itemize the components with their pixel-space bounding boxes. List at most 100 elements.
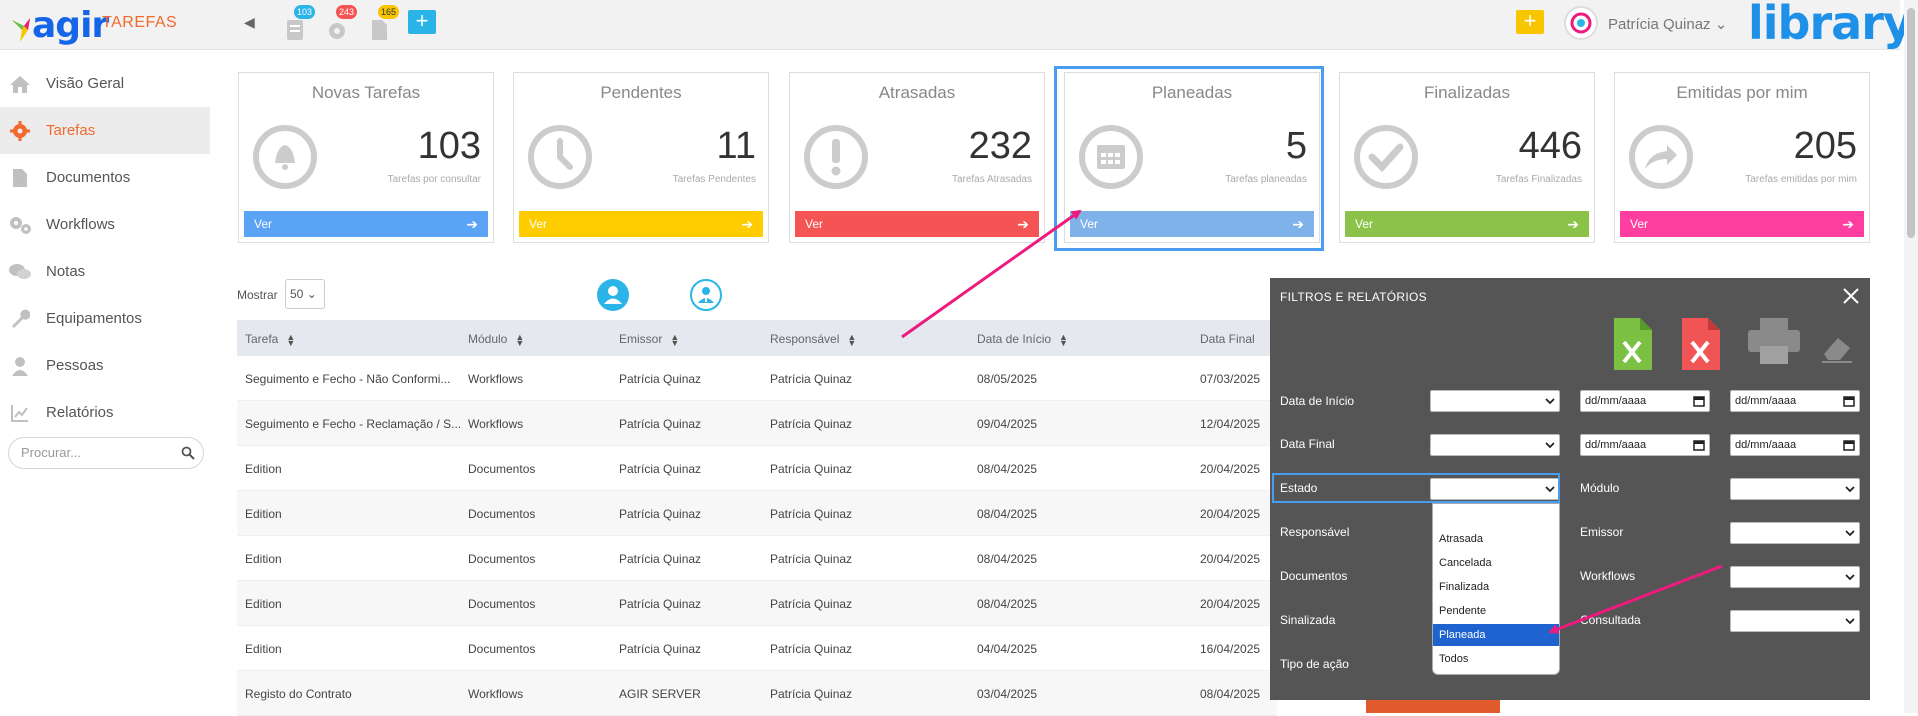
print-icon[interactable] xyxy=(1748,318,1800,364)
cell-data-inicio: 08/04/2025 xyxy=(977,507,1038,521)
sidebar-item-relatorios[interactable]: Relatórios xyxy=(0,389,210,436)
arrow-right-icon: ➔ xyxy=(741,216,753,232)
data-final-select[interactable] xyxy=(1430,434,1560,456)
ver-button[interactable]: Ver ➔ xyxy=(1620,211,1864,237)
ver-label: Ver xyxy=(254,217,273,231)
cell-data-inicio: 08/04/2025 xyxy=(977,552,1038,566)
search-placeholder: Procurar... xyxy=(21,445,81,460)
pdf-icon[interactable] xyxy=(1680,318,1720,370)
cell-responsavel: Patrícia Quinaz xyxy=(770,642,853,656)
chevron-down-icon xyxy=(1845,618,1855,625)
avatar[interactable] xyxy=(1564,6,1598,40)
data-inicio-to-input[interactable]: dd/mm/aaaa xyxy=(1730,390,1860,412)
ver-label: Ver xyxy=(805,217,824,231)
estado-option-atrasada[interactable]: Atrasada xyxy=(1433,528,1559,550)
tasks-notification[interactable]: 103 xyxy=(284,5,316,40)
column-header-emissor[interactable]: Emissor ▲ ▼ xyxy=(619,332,679,347)
card-count: 446 xyxy=(1518,125,1582,167)
collapse-sidebar-icon[interactable]: ◀ xyxy=(244,14,255,31)
search-icon[interactable] xyxy=(181,446,195,460)
card-subtitle: Tarefas por consultar xyxy=(387,174,481,185)
sidebar-item-tarefas[interactable]: Tarefas xyxy=(0,107,210,154)
sidebar-item-pessoas[interactable]: Pessoas xyxy=(0,342,210,389)
table-row[interactable]: Edition Documentos Patrícia Quinaz Patrícia… xyxy=(237,626,1277,671)
cell-modulo: Documentos xyxy=(468,597,536,611)
agir-logo[interactable]: agir xyxy=(10,6,109,46)
sidebar-item-notas[interactable]: Notas xyxy=(0,248,210,295)
ver-button[interactable]: Ver ➔ xyxy=(519,211,763,237)
data-inicio-from-input[interactable]: dd/mm/aaaa xyxy=(1580,390,1710,412)
estado-option-todos[interactable]: Todos xyxy=(1433,648,1559,670)
consultada-select[interactable] xyxy=(1730,610,1860,632)
ver-button[interactable]: Ver ➔ xyxy=(795,211,1039,237)
cell-tarefa: Registo do Contrato xyxy=(245,687,352,701)
eraser-icon[interactable] xyxy=(1820,334,1854,364)
search-input[interactable]: Procurar... xyxy=(8,437,204,469)
sidebar-item-label: Tarefas xyxy=(46,122,96,139)
column-header-data-inicio[interactable]: Data de Início ▲ ▼ xyxy=(977,332,1068,347)
quick-add-button[interactable]: + xyxy=(1516,10,1544,34)
estado-option-planeada[interactable]: Planeada xyxy=(1433,624,1559,646)
sidebar-item-documentos[interactable]: Documentos xyxy=(0,154,210,201)
table-row[interactable]: Seguimento e Fecho - Não Conformi... Work… xyxy=(237,356,1277,401)
add-button[interactable]: + xyxy=(408,10,436,34)
column-header-responsavel[interactable]: Responsável ▲ ▼ xyxy=(770,332,856,347)
table-row[interactable]: Seguimento e Fecho - Reclamação / S... Wo… xyxy=(237,401,1277,446)
cell-data-inicio: 04/04/2025 xyxy=(977,642,1038,656)
settings-badge: 243 xyxy=(336,5,358,19)
cell-data-final: 20/04/2025 xyxy=(1200,597,1261,611)
cell-modulo: Workflows xyxy=(468,417,524,431)
settings-notification[interactable]: 243 xyxy=(326,5,358,40)
calendar-icon xyxy=(1843,396,1855,407)
cell-data-final: 16/04/2025 xyxy=(1200,642,1261,656)
user-menu[interactable]: Patrícia Quinaz ⌄ xyxy=(1608,15,1727,33)
my-tasks-button[interactable] xyxy=(597,279,629,311)
data-final-from-input[interactable]: dd/mm/aaaa xyxy=(1580,434,1710,456)
table-row[interactable]: Registo do Contrato Workflows AGIR SERVER P… xyxy=(237,671,1277,716)
workflows-select[interactable] xyxy=(1730,566,1860,588)
cell-tarefa: Edition xyxy=(245,552,282,566)
scrollbar-thumb[interactable] xyxy=(1907,8,1915,238)
estado-option-finalizada[interactable]: Finalizada xyxy=(1433,576,1559,598)
sidebar-item-equipamentos[interactable]: Equipamentos xyxy=(0,295,210,342)
modulo-select[interactable] xyxy=(1730,478,1860,500)
data-inicio-select[interactable] xyxy=(1430,390,1560,412)
table-row[interactable]: Edition Documentos Patrícia Quinaz Patrícia… xyxy=(237,536,1277,581)
column-header-data-final[interactable]: Data Final xyxy=(1200,332,1255,346)
excel-icon[interactable] xyxy=(1612,318,1652,370)
top-bar: agir TAREFAS ◀ 103 243 165 + + Patrícia … xyxy=(0,0,1913,50)
data-final-to-input[interactable]: dd/mm/aaaa xyxy=(1730,434,1860,456)
page-size-select[interactable]: 50 ⌄ xyxy=(285,279,325,309)
estado-option-cancelada[interactable]: Cancelada xyxy=(1433,552,1559,574)
cell-emissor: Patrícia Quinaz xyxy=(619,417,702,431)
user-name: Patrícia Quinaz xyxy=(1608,16,1711,33)
page-scrollbar[interactable] xyxy=(1904,0,1918,713)
emissor-select[interactable] xyxy=(1730,522,1860,544)
cell-tarefa: Edition xyxy=(245,507,282,521)
date-placeholder: dd/mm/aaaa xyxy=(1585,395,1647,407)
team-tasks-button[interactable] xyxy=(690,279,722,311)
card-subtitle: Tarefas Finalizadas xyxy=(1495,174,1582,185)
card-atrasadas: Atrasadas 232 Tarefas Atrasadas Ver ➔ xyxy=(789,72,1045,243)
calendar-icon xyxy=(1693,440,1705,451)
cell-emissor: Patrícia Quinaz xyxy=(619,552,702,566)
ver-button[interactable]: Ver ➔ xyxy=(1345,211,1589,237)
close-icon[interactable] xyxy=(1842,287,1860,305)
column-header-modulo[interactable]: Módulo ▲ ▼ xyxy=(468,332,524,347)
show-label: Mostrar xyxy=(237,288,278,302)
cell-tarefa: Seguimento e Fecho - Reclamação / S... xyxy=(245,417,462,431)
cell-data-final: 12/04/2025 xyxy=(1200,417,1261,431)
filter-label-modulo: Módulo xyxy=(1580,481,1620,495)
column-header-tarefa[interactable]: Tarefa ▲ ▼ xyxy=(245,332,295,347)
table-row[interactable]: Edition Documentos Patrícia Quinaz Patrícia… xyxy=(237,581,1277,626)
arrow-right-icon: ➔ xyxy=(1842,216,1854,232)
estado-option-pendente[interactable]: Pendente xyxy=(1433,600,1559,622)
table-row[interactable]: Edition Documentos Patrícia Quinaz Patrícia… xyxy=(237,446,1277,491)
table-row[interactable]: Edition Documentos Patrícia Quinaz Patrícia… xyxy=(237,491,1277,536)
person-icon xyxy=(604,286,622,304)
ver-label: Ver xyxy=(1355,217,1374,231)
ver-button[interactable]: Ver ➔ xyxy=(244,211,488,237)
documents-notification[interactable]: 165 xyxy=(368,5,400,40)
sidebar-item-workflows[interactable]: Workflows xyxy=(0,201,210,248)
sidebar-item-visao-geral[interactable]: Visão Geral xyxy=(0,60,210,107)
